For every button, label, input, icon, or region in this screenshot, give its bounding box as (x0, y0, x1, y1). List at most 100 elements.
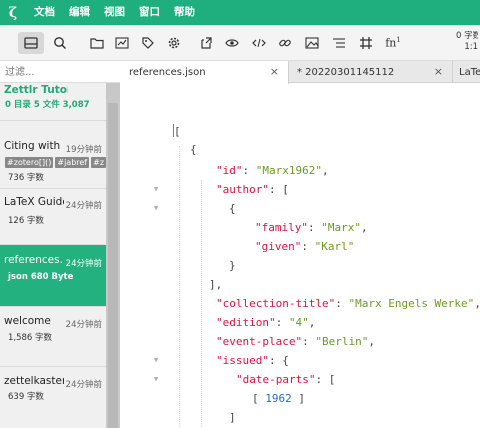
tag-list: #zotero[]() #jabref #z (5, 155, 106, 168)
word-count-display: 0 字数 1:1 (456, 31, 478, 53)
code-icon (252, 38, 266, 48)
tags-button[interactable] (138, 33, 158, 53)
fold-arrow-icon[interactable]: ▼ (154, 375, 158, 383)
filter-input[interactable] (0, 61, 120, 83)
footnote-button[interactable]: fn1 (383, 33, 403, 53)
code-line: "date-parts": [ (236, 373, 336, 386)
export-button[interactable] (196, 33, 216, 53)
table-button[interactable] (356, 33, 376, 53)
file-title: references.json (4, 254, 62, 266)
file-sidebar: Zettlr Tutorial 0 目录 5 文件 3,087 Citing w… (0, 61, 120, 428)
tab-latex[interactable]: LaTeX (453, 61, 480, 83)
toolbar: fn1 0 字数 1:1 (0, 25, 480, 61)
file-title: zettelkasten (4, 375, 64, 387)
file-title: Citing with Zettlr (4, 140, 64, 152)
file-meta: 736 字数 (8, 173, 44, 183)
tab-bar: references.json × * 20220301145112 × LaT… (121, 61, 480, 84)
tag[interactable]: #z (91, 157, 106, 168)
word-count-text: 0 字数 (456, 31, 478, 41)
code-line: "given": "Karl" (255, 240, 355, 253)
directory-meta: 0 目录 5 文件 3,087 (5, 100, 90, 110)
link-button[interactable] (275, 33, 295, 53)
code-line: "event-place": "Berlin", (216, 335, 375, 348)
file-title: Zettlr Tutorial (4, 84, 68, 96)
file-time: 24分钟前 (65, 380, 102, 390)
app-logo-icon: ζ (8, 4, 18, 21)
code-line: "edition": "4", (216, 316, 316, 329)
fold-arrow-icon[interactable]: ▼ (154, 185, 158, 193)
code-line: "author": [ (216, 183, 289, 196)
menu-window[interactable]: 窗口 (132, 0, 167, 25)
close-icon[interactable]: × (270, 66, 279, 78)
fold-arrow-icon[interactable]: ▼ (154, 204, 158, 212)
tab-references-json[interactable]: references.json × (121, 61, 289, 84)
filter-box (0, 61, 120, 83)
list-item-zettlr-tutorial[interactable]: Zettlr Tutorial 0 目录 5 文件 3,087 (0, 83, 106, 121)
export-icon (201, 37, 212, 49)
code-line: } (229, 259, 236, 272)
code-line: [ 1962 ] (252, 392, 305, 405)
footnote-icon: fn1 (385, 36, 401, 50)
file-time: 24分钟前 (65, 320, 102, 330)
settings-button[interactable] (164, 33, 184, 53)
list-item-references-json[interactable]: references.json 24分钟前 json 680 Byte (0, 245, 106, 307)
tag[interactable]: #zotero[]() (5, 157, 54, 168)
chart-icon (115, 37, 129, 49)
file-time: 24分钟前 (65, 257, 102, 269)
code-button[interactable] (249, 33, 269, 53)
file-list: Zettlr Tutorial 0 目录 5 文件 3,087 Citing w… (0, 83, 106, 428)
file-meta: 639 字数 (8, 392, 44, 402)
code-line: "family": "Marx", (255, 221, 368, 234)
cursor-position-text: 1:1 (464, 42, 478, 52)
tab-label: * 20220301145112 (297, 66, 395, 78)
code-editor[interactable]: [ { "id": "Marx1962", ▼ "author": [ ▼ { … (121, 84, 480, 428)
table-icon (360, 37, 372, 49)
tag[interactable]: #jabref (55, 157, 90, 168)
code-line: "issued": { (216, 354, 289, 367)
tab-label: LaTeX (459, 66, 480, 78)
code-line: "collection-title": "Marx Engels Werke", (216, 297, 480, 310)
file-title: LaTeX Guide (4, 196, 64, 208)
menu-view[interactable]: 视图 (97, 0, 132, 25)
code-line: ], (209, 278, 223, 291)
file-time: 19分钟前 (65, 145, 102, 155)
list-item-welcome[interactable]: welcome 24分钟前 1,586 字数 (0, 307, 106, 367)
file-meta: json 680 Byte (8, 272, 74, 282)
tab-label: references.json (129, 67, 206, 78)
code-line: { (229, 202, 236, 215)
search-icon (54, 37, 67, 50)
image-icon (305, 37, 319, 49)
search-button[interactable] (50, 33, 70, 53)
list-item-latex-guide[interactable]: LaTeX Guide 24分钟前 126 字数 (0, 189, 106, 245)
list-item-citing[interactable]: Citing with Zettlr 19分钟前 #zotero[]()#jab… (0, 133, 106, 189)
code-line: [ (173, 124, 181, 138)
fold-arrow-icon[interactable]: ▼ (154, 356, 158, 364)
menu-edit[interactable]: 编辑 (62, 0, 97, 25)
sidebar-icon (24, 37, 38, 49)
folder-icon (90, 38, 104, 49)
open-folder-button[interactable] (87, 33, 107, 53)
file-meta: 1,586 字数 (8, 333, 53, 343)
close-icon[interactable]: × (434, 66, 443, 78)
preview-button[interactable] (222, 33, 242, 53)
file-meta: 126 字数 (8, 216, 44, 226)
task-list-button[interactable] (329, 33, 349, 53)
image-button[interactable] (302, 33, 322, 53)
code-line: "id": "Marx1962", (216, 164, 329, 177)
tab-20220301145112[interactable]: * 20220301145112 × (289, 61, 453, 83)
file-time: 24分钟前 (65, 201, 102, 211)
link-icon (279, 39, 291, 47)
code-line: ] (229, 411, 236, 424)
menu-help[interactable]: 帮助 (167, 0, 202, 25)
menu-bar: ζ 文档 编辑 视图 窗口 帮助 (0, 0, 480, 25)
sidebar-scrollbar[interactable] (106, 83, 120, 428)
code-line: { (190, 143, 197, 156)
graph-button[interactable] (112, 33, 132, 53)
toggle-sidebar-button[interactable] (18, 32, 44, 54)
list-item-zettelkasten[interactable]: zettelkasten 24分钟前 639 字数 (0, 367, 106, 428)
menu-document[interactable]: 文档 (27, 0, 62, 25)
tag-icon (142, 37, 154, 49)
scrollbar-thumb[interactable] (108, 103, 118, 428)
list-icon (333, 38, 345, 48)
file-title: welcome (4, 315, 51, 327)
